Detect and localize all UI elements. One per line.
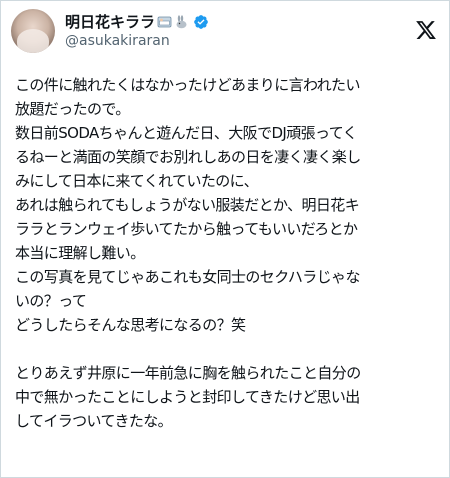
tweet-line: 数日前SODAちゃんと遊んだ日、大阪でDJ頑張ってく [15,124,358,142]
tweet-header: 明日花キララ @asukakiraran [11,9,439,55]
tweet-line: 放題だったので。 [15,100,130,118]
tweet-line: とりあえず井原に一年前急に胸を触られたこと自分の [15,364,361,382]
display-name-row[interactable]: 明日花キララ [65,11,209,32]
tweet-line: いの？って [15,292,87,310]
tweet-line: どうしたらそんな思考になるの？笑 [15,316,246,334]
tweet-line: 中で無かったことにしようと封印してきたけど思い出 [15,388,360,406]
twitter-logo-icon[interactable] [415,19,437,41]
tweet-card: 明日花キララ @asukakiraran この件に触れたくはなかったけどあまりに… [0,0,450,478]
tweet-line: るねーと満面の笑顔でお別れしあの日を凄く凄く楽し [15,148,361,166]
tweet-line: みにして日本に来てくれていたのに、 [15,172,259,190]
handle[interactable]: @asukakiraran [65,33,209,49]
tweet-line: ララとランウェイ歩いてたから触ってもいいだろとか [15,220,358,238]
verified-badge-icon [194,14,208,29]
display-name[interactable]: 明日花キララ [65,11,155,32]
tweet-line: この件に触れたくはなかったけどあまりに言われたい [15,76,360,94]
author-names: 明日花キララ @asukakiraran [65,9,209,49]
tweet-line: 本当に理解し難い。 [15,244,145,262]
tweet-line: この写真を見てじゃあこれも女同士のセクハラじゃな [15,268,360,286]
hotel-bed-icon [157,16,172,27]
tweet-line: あれは触られてもしょうがない服装だとか、明日花キ [15,196,360,214]
tweet-text: この件に触れたくはなかったけどあまりに言われたい 放題だったので。 数日前SOD… [15,73,441,433]
tweet-line: してイラついてきたな。 [15,412,173,430]
avatar[interactable] [11,9,55,53]
rabbit-icon [176,14,187,28]
